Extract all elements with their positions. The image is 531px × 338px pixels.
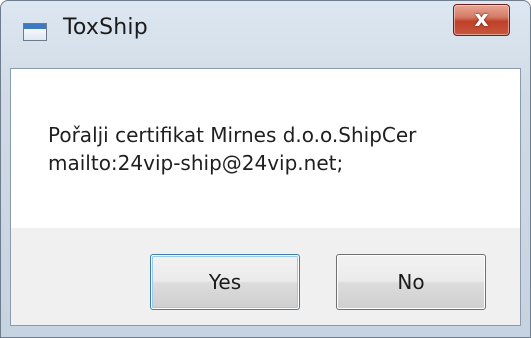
dialog-message: Pořalji certifikat Mirnes d.o.o.ShipCer …	[48, 121, 508, 177]
close-button[interactable]: x	[453, 4, 510, 36]
close-icon: x	[474, 7, 489, 32]
message-line: Pořalji certifikat Mirnes d.o.o.ShipCer	[48, 123, 417, 147]
message-line: mailto:24vip-ship@24vip.net;	[48, 151, 344, 175]
dialog-window: ToxShip x Pořalji certifikat Mirnes d.o.…	[0, 0, 531, 338]
window-title: ToxShip	[63, 15, 148, 40]
no-button[interactable]: No	[336, 254, 486, 310]
yes-button[interactable]: Yes	[150, 254, 300, 310]
window-icon	[23, 23, 47, 41]
button-bar: Yes No	[11, 228, 520, 325]
title-bar[interactable]: ToxShip x	[1, 1, 530, 41]
dialog-client-area: Pořalji certifikat Mirnes d.o.o.ShipCer …	[10, 68, 521, 326]
